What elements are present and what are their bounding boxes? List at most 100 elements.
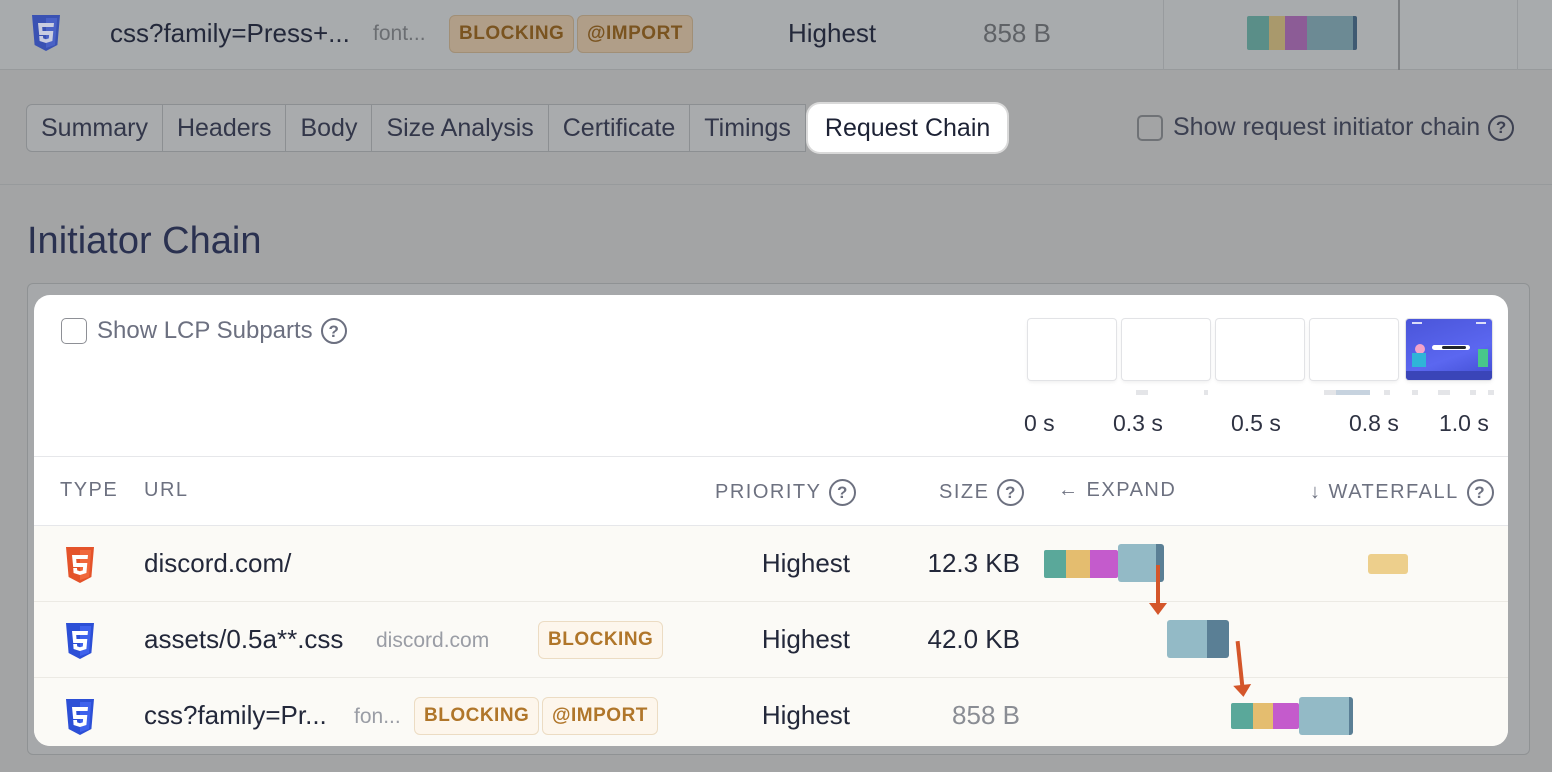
tab-size-analysis[interactable]: Size Analysis [372, 104, 549, 152]
tab-request-chain[interactable]: Request Chain [807, 104, 1008, 152]
help-icon[interactable]: ? [997, 479, 1025, 506]
timeline-tick [1136, 390, 1148, 395]
timeline-tick [1412, 390, 1418, 395]
help-icon[interactable]: ? [829, 479, 857, 506]
tab-body[interactable]: Body [286, 104, 373, 152]
download-end-segment [1353, 16, 1357, 50]
section-title: Initiator Chain [27, 220, 262, 262]
waterfall-bar [1247, 16, 1357, 50]
download-bar [1167, 620, 1229, 658]
dns-segment [1247, 16, 1269, 50]
detail-tabs: Summary Headers Body Size Analysis Certi… [26, 104, 1008, 152]
request-url: discord.com/ [144, 548, 292, 578]
request-url: assets/0.5a**.css [144, 624, 344, 654]
page-screenshot-icon [1406, 322, 1492, 380]
filmstrip-frame-screenshot[interactable] [1406, 319, 1492, 380]
blocking-badge: BLOCKING [449, 15, 575, 53]
initiator-arrow [1149, 565, 1167, 615]
lcp-subparts-checkbox[interactable] [61, 318, 87, 344]
tab-headers[interactable]: Headers [162, 104, 287, 152]
request-priority: Highest [761, 624, 850, 654]
download-end-segment [1349, 697, 1353, 735]
lcp-subparts-toggle[interactable]: Show LCP Subparts ? [61, 317, 347, 345]
request-host: fon... [354, 705, 401, 728]
request-size: 42.0 KB [927, 624, 1020, 654]
request-size: 12.3 KB [927, 548, 1020, 578]
table-row[interactable]: css?family=Pr... fon... BLOCKING @IMPORT… [34, 678, 1508, 746]
waterfall-header-label: ↓ WATERFALL [1310, 481, 1459, 503]
blocking-badge: BLOCKING [414, 697, 540, 735]
initiator-chain-label: Show request initiator chain [1173, 113, 1481, 141]
show-initiator-chain-toggle[interactable]: Show request initiator chain ? [1137, 113, 1515, 142]
css3-icon [64, 622, 96, 665]
timeline-tick [1488, 390, 1494, 395]
request-host: discord.com [376, 629, 490, 652]
request-size: 858 B [952, 700, 1020, 730]
css3-icon [64, 698, 96, 741]
import-badge: @IMPORT [577, 15, 693, 53]
timeline-tick [1470, 390, 1476, 395]
column-header-priority[interactable]: PRIORITY ? [715, 479, 857, 506]
lcp-subparts-label: Show LCP Subparts [97, 317, 313, 344]
selected-request-row[interactable]: css?family=Press+... font... BLOCKING @I… [0, 0, 1552, 70]
tab-timings[interactable]: Timings [690, 104, 806, 152]
timeline-label: 0.3 s [1113, 410, 1163, 436]
column-header-size[interactable]: SIZE ? [939, 479, 1025, 506]
lcp-marker [1368, 554, 1408, 574]
timeline-tick [1336, 390, 1370, 395]
timeline-tick [1204, 390, 1208, 395]
css3-icon [30, 14, 62, 57]
connect-segment [1269, 16, 1285, 50]
request-url: css?family=Pr... [144, 700, 327, 730]
filmstrip-frame[interactable] [1310, 319, 1398, 380]
ssl-segment [1273, 703, 1299, 729]
timeline-tick [1384, 390, 1390, 395]
request-url: css?family=Press+... [110, 18, 350, 48]
grid-line [1163, 0, 1164, 70]
column-header-url: URL [144, 479, 189, 501]
size-header-label: SIZE [939, 481, 990, 503]
timeline-tick [1324, 390, 1336, 395]
filmstrip-frame[interactable] [1122, 319, 1210, 380]
initiator-chain-checkbox[interactable] [1137, 114, 1163, 141]
timeline-label: 0 s [1024, 410, 1055, 436]
download-segment [1118, 544, 1156, 582]
help-icon[interactable]: ? [320, 318, 347, 344]
timeline-label: 1.0 s [1439, 410, 1489, 436]
help-icon[interactable]: ? [1488, 114, 1515, 141]
timeline-tick [1438, 390, 1450, 395]
table-header: TYPE URL PRIORITY ? SIZE ? ← EXPAND ↓ WA… [34, 456, 1508, 526]
download-bar [1299, 697, 1353, 735]
table-row[interactable]: discord.com/ Highest 12.3 KB [34, 526, 1508, 602]
expand-button[interactable]: ← EXPAND [1058, 479, 1176, 502]
grid-line [1398, 0, 1400, 70]
priority-header-label: PRIORITY [715, 481, 822, 503]
request-size: 858 B [983, 18, 1051, 48]
html5-icon [64, 546, 96, 589]
blocking-badge: BLOCKING [538, 621, 664, 659]
download-segment [1167, 620, 1207, 658]
filmstrip-frame[interactable] [1216, 319, 1304, 380]
download-segment [1307, 16, 1353, 50]
divider [0, 184, 1552, 185]
timeline-label: 0.8 s [1349, 410, 1399, 436]
column-header-type: TYPE [60, 479, 119, 501]
download-end-segment [1207, 620, 1229, 658]
import-badge: @IMPORT [542, 697, 658, 735]
help-icon[interactable]: ? [1466, 479, 1494, 506]
tab-summary[interactable]: Summary [26, 104, 163, 152]
connect-segment [1066, 550, 1090, 578]
request-chain-card: Show LCP Subparts ? 0 s 0.3 s 0.5 s 0.8 … [34, 295, 1508, 746]
request-priority: Highest [788, 18, 877, 48]
tab-certificate[interactable]: Certificate [548, 104, 691, 152]
waterfall-bar [1231, 703, 1299, 729]
dns-segment [1044, 550, 1066, 578]
filmstrip-frame[interactable] [1028, 319, 1116, 380]
connect-segment [1253, 703, 1273, 729]
table-row[interactable]: assets/0.5a**.css discord.com BLOCKING H… [34, 602, 1508, 678]
request-host: font... [373, 22, 426, 45]
dns-segment [1231, 703, 1253, 729]
request-priority: Highest [761, 700, 850, 730]
column-header-waterfall[interactable]: ↓ WATERFALL ? [1310, 479, 1494, 506]
grid-line [1517, 0, 1518, 70]
